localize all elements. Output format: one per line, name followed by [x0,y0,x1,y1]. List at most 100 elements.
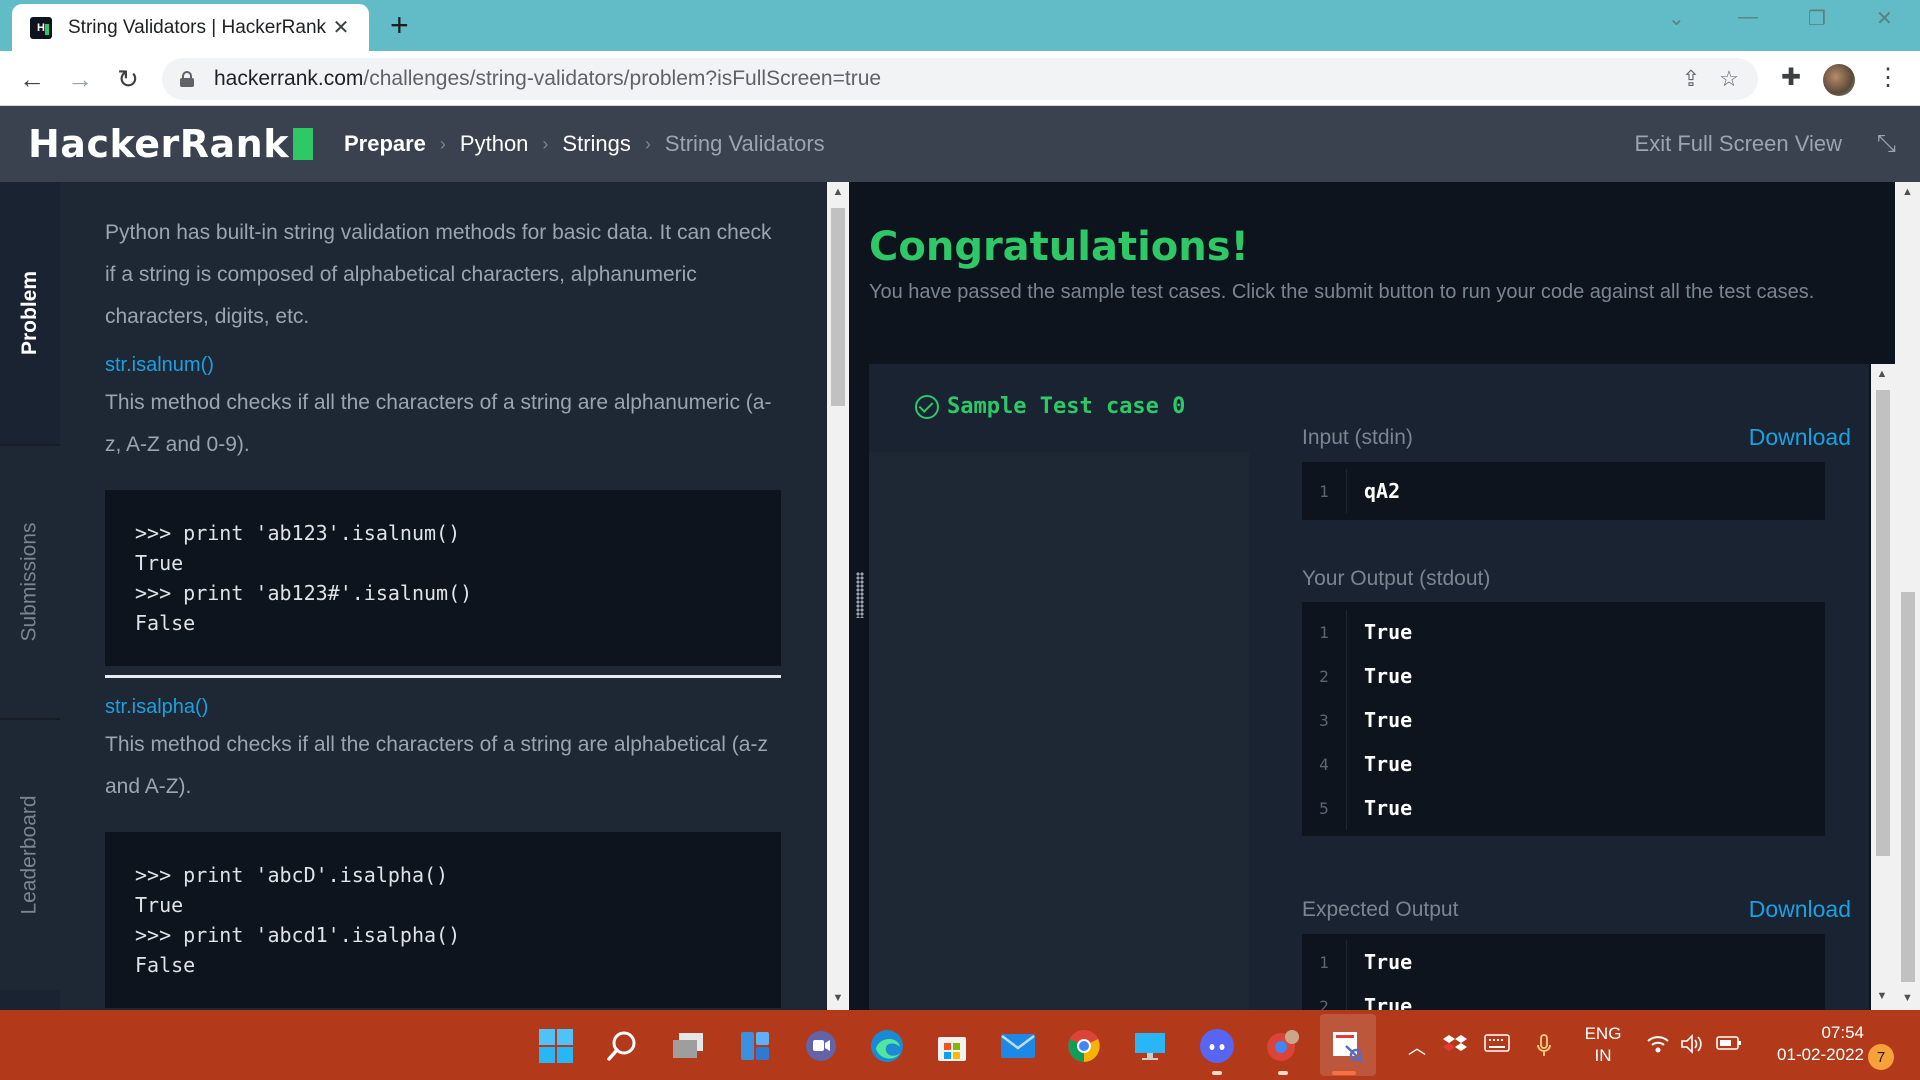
lock-icon[interactable] [180,71,194,87]
close-window-icon[interactable]: ✕ [1876,6,1893,31]
url-path: /challenges/string-validators/problem?is… [363,67,882,90]
discord-icon[interactable] [1197,1026,1237,1066]
running-indicator [1212,1071,1222,1075]
scrollbar-thumb[interactable] [1901,592,1915,982]
clock-date: 01-02-2022 [1777,1045,1864,1064]
clock[interactable]: 07:54 01-02-2022 [1760,1022,1864,1066]
tab-close-icon[interactable]: ✕ [329,15,353,40]
chrome-profile-icon[interactable] [1263,1026,1303,1066]
mail-icon[interactable] [998,1026,1038,1066]
test-case-title[interactable]: Sample Test case 0 [915,394,1185,419]
scroll-up-icon[interactable]: ▲ [1895,186,1920,198]
input-download-link[interactable]: Download [1749,424,1851,451]
hackerrank-logo[interactable]: HackerRank [28,122,313,166]
scrollbar-thumb[interactable] [1876,390,1890,856]
notification-badge[interactable]: 7 [1868,1044,1894,1070]
input-line: 1 qA2 [1302,469,1825,513]
splitter-grip-icon[interactable] [856,572,864,618]
scroll-up-icon[interactable]: ▲ [1871,368,1893,380]
teams-chat-icon[interactable] [801,1026,841,1066]
code-block-isalpha: >>> print 'abcD'.isalpha() True >>> prin… [105,832,781,1008]
output-line: 1 True [1302,610,1825,654]
scroll-up-icon[interactable]: ▲ [827,186,849,198]
chrome-icon[interactable] [1064,1026,1104,1066]
remote-desktop-icon[interactable] [1130,1026,1170,1066]
language-indicator[interactable]: ENG IN [1582,1023,1624,1067]
code-line: >>> print 'abcD'.isalpha() [135,863,449,887]
hackerrank-header: HackerRank Prepare › Python › Strings › … [0,106,1920,182]
output-line: 3 True [1302,698,1825,742]
search-icon[interactable] [602,1026,642,1066]
url-text[interactable]: hackerrank.com/challenges/string-validat… [214,67,1672,91]
back-icon[interactable]: ← [14,61,50,97]
breadcrumb-strings[interactable]: Strings [562,131,630,157]
windows-start-icon[interactable] [536,1026,576,1066]
volume-icon[interactable] [1680,1034,1704,1060]
microsoft-store-icon[interactable] [932,1026,972,1066]
tab-leaderboard[interactable]: Leaderboard [0,720,60,990]
clock-time: 07:54 [1821,1023,1864,1042]
line-value: True [1364,994,1413,1010]
breadcrumb-current: String Validators [664,131,825,156]
method-isalpha-link[interactable]: str.isalpha() [105,696,208,719]
running-indicator [1278,1071,1288,1075]
restore-icon[interactable]: ❐ [1808,6,1826,31]
breadcrumb-python[interactable]: Python [460,131,529,157]
keyboard-icon[interactable] [1484,1034,1510,1058]
breadcrumb: Prepare › Python › Strings › String Vali… [344,131,825,157]
method-isalnum-link[interactable]: str.isalnum() [105,354,214,377]
tab-problem-label: Problem [18,270,41,356]
bookmark-star-icon[interactable]: ☆ [1710,66,1748,92]
menu-kebab-icon[interactable]: ⋮ [1872,63,1904,92]
logo-text: HackerRank [28,122,289,166]
passed-message: You have passed the sample test cases. C… [869,281,1815,303]
output-line: 2 True [1302,654,1825,698]
problem-scrollbar[interactable]: ▲ ▼ [827,182,849,1010]
battery-icon[interactable] [1716,1034,1742,1057]
results-inner-scrollbar[interactable]: ▲ ▼ [1871,364,1895,1010]
scroll-down-icon[interactable]: ▼ [1895,992,1920,1004]
minimize-icon[interactable]: — [1738,6,1758,29]
scroll-down-icon[interactable]: ▼ [1871,990,1893,1002]
line-value: True [1364,950,1413,974]
vertical-nav: Problem Submissions Leaderboard [0,182,60,1010]
scroll-down-icon[interactable]: ▼ [827,992,849,1004]
input-label: Input (stdin) [1302,426,1413,449]
edge-browser-icon[interactable] [867,1026,907,1066]
tab-leaderboard-label: Leaderboard [18,795,42,915]
reload-icon[interactable]: ↻ [110,61,146,97]
share-icon[interactable]: ⇪ [1672,66,1710,92]
test-case-list [869,452,1249,1010]
tab-submissions[interactable]: Submissions [0,446,60,718]
wifi-icon[interactable] [1646,1034,1670,1060]
congratulations-heading: Congratulations! [869,224,1249,270]
results-scrollbar[interactable]: ▲ ▼ [1895,182,1920,1010]
line-number: 2 [1302,654,1347,698]
input-box: 1 qA2 [1302,462,1825,520]
expected-line: 1 True [1302,940,1825,984]
collapse-fullscreen-icon[interactable]: ⤡ [1877,130,1896,158]
tab-search-icon[interactable]: ⌄ [1668,6,1685,31]
widgets-icon[interactable] [735,1026,775,1066]
forward-icon[interactable]: → [62,61,98,97]
task-view-icon[interactable] [668,1026,708,1066]
address-bar[interactable]: hackerrank.com/challenges/string-validat… [162,58,1758,100]
test-case-label: Sample Test case 0 [947,394,1186,419]
breadcrumb-prepare[interactable]: Prepare [344,131,426,157]
microphone-icon[interactable] [1536,1034,1552,1064]
code-line: False [135,611,196,635]
new-tab-icon[interactable]: + [390,8,409,42]
snipping-tool-icon[interactable] [1328,1026,1368,1066]
chevron-up-icon[interactable]: ︿ [1408,1034,1426,1060]
expected-download-link[interactable]: Download [1749,896,1851,923]
code-line: >>> print 'ab123#'.isalnum() [135,581,473,605]
browser-tab[interactable]: H String Validators | HackerRank ✕ [12,4,369,51]
scrollbar-thumb[interactable] [831,208,845,406]
extensions-icon[interactable]: ✚ [1775,63,1807,92]
tab-problem[interactable]: Problem [0,182,60,444]
dropbox-icon[interactable] [1443,1034,1467,1062]
line-number: 5 [1302,786,1347,830]
browser-toolbar: ← → ↻ hackerrank.com/challenges/string-v… [0,51,1920,106]
profile-avatar[interactable] [1823,64,1855,96]
exit-fullscreen-link[interactable]: Exit Full Screen View [1635,131,1842,157]
